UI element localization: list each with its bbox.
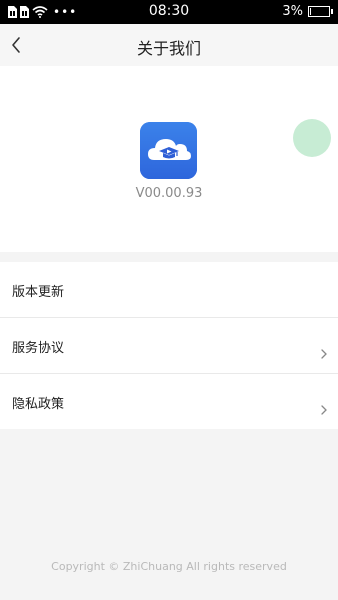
copyright-text: Copyright © ZhiChuang All rights reserve…	[51, 560, 287, 573]
status-right: 3%	[282, 4, 333, 19]
chevron-right-icon	[321, 349, 327, 359]
battery-percent: 3%	[282, 4, 303, 19]
list-item-label: 版本更新	[12, 285, 65, 300]
list-item-service-agreement[interactable]: 服务协议	[0, 318, 338, 374]
list-item-privacy-policy[interactable]: 隐私政策	[0, 374, 338, 429]
chevron-right-icon	[321, 405, 327, 415]
page-title: 关于我们	[136, 39, 201, 58]
floating-assistive-ball[interactable]	[293, 119, 331, 157]
status-bar: ••• 08:30 3%	[0, 0, 338, 24]
app-version: V00.00.93	[135, 186, 203, 201]
settings-list: 版本更新 服务协议 隐私政策	[0, 262, 338, 429]
list-item-version-update[interactable]: 版本更新	[0, 262, 338, 318]
cloud-graduation-cap-icon	[140, 122, 197, 179]
battery-icon	[308, 6, 333, 17]
app-info-section: V00.00.93	[0, 66, 338, 252]
list-item-label: 隐私政策	[12, 397, 65, 412]
navigation-bar: 关于我们	[0, 24, 338, 66]
app-logo	[140, 122, 197, 179]
list-item-label: 服务协议	[12, 341, 65, 356]
battery-level-fill	[310, 8, 311, 15]
